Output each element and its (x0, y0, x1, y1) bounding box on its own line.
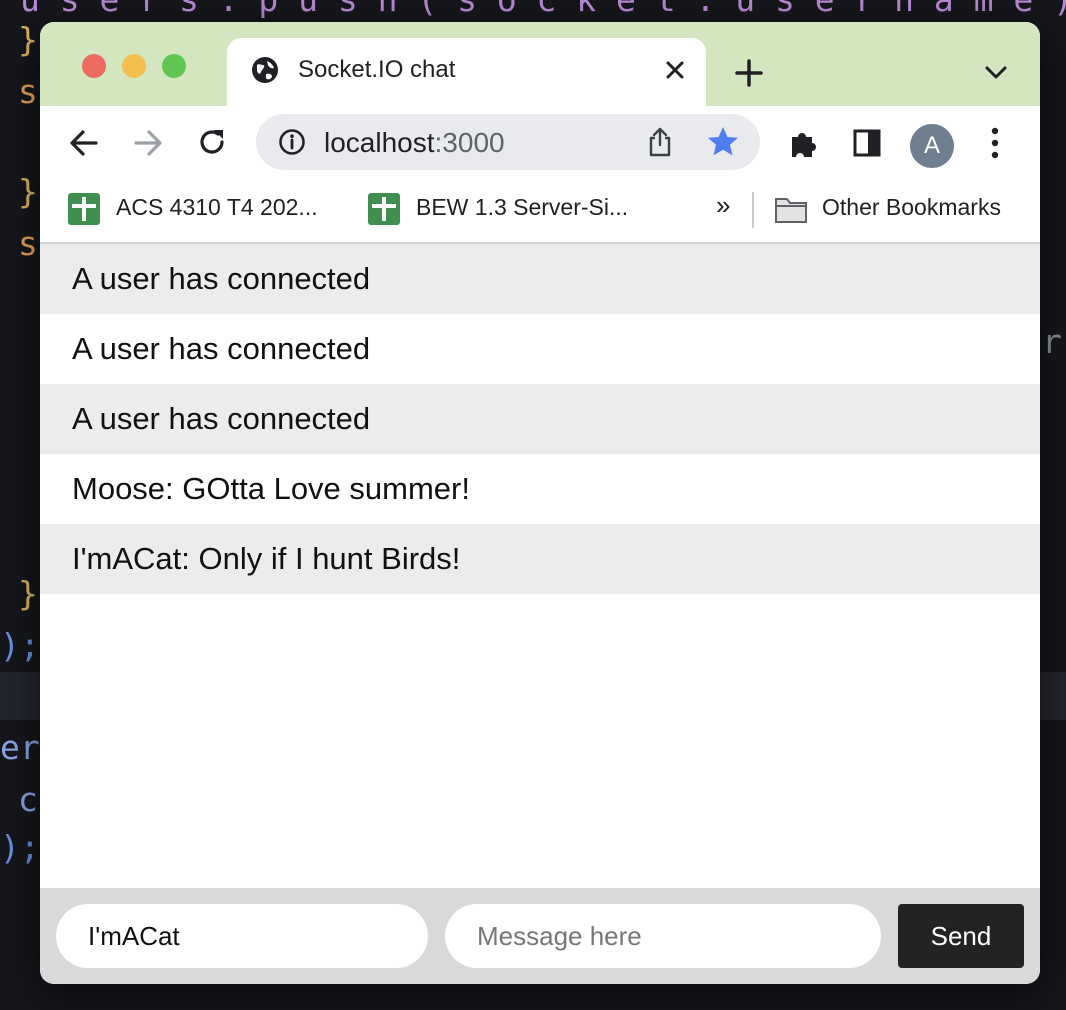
bookmark-acs-4310[interactable]: ACS 4310 T4 202... (116, 194, 318, 221)
tab-strip: Socket.IO chat (40, 22, 1040, 108)
close-window-button[interactable] (82, 54, 106, 78)
code-line: ); (0, 626, 40, 665)
code-line: ); (0, 828, 40, 867)
code-line: } (18, 172, 38, 211)
code-line: c (18, 780, 38, 819)
extensions-puzzle-icon[interactable] (788, 127, 820, 159)
chevron-down-icon[interactable] (982, 60, 1010, 84)
bookmark-bew-1-3[interactable]: BEW 1.3 Server-Si... (416, 194, 628, 221)
browser-toolbar: localhost:3000 A (40, 106, 1040, 180)
url-host: localhost (324, 127, 435, 158)
url-text[interactable]: localhost:3000 (324, 127, 505, 159)
code-line: } (18, 20, 38, 59)
chat-message: I'mACat: Only if I hunt Birds! (40, 524, 1040, 594)
address-bar[interactable]: localhost:3000 (256, 114, 760, 170)
bookmarks-bar: ACS 4310 T4 202... BEW 1.3 Server-Si... … (40, 180, 1040, 244)
reload-icon[interactable] (196, 126, 228, 158)
chat-message: A user has connected (40, 244, 1040, 314)
chat-messages-list: A user has connected A user has connecte… (40, 244, 1040, 888)
chat-message: A user has connected (72, 331, 371, 366)
more-menu-icon[interactable] (984, 126, 1006, 160)
side-panel-icon[interactable] (852, 128, 882, 158)
zoom-window-button[interactable] (162, 54, 186, 78)
url-port: :3000 (434, 127, 505, 158)
sheets-icon (68, 193, 100, 225)
close-tab-icon[interactable] (661, 56, 689, 84)
tab-socketio-chat[interactable]: Socket.IO chat (227, 38, 706, 108)
browser-window: Socket.IO chat localhost:3000 A ACS 4310… (40, 22, 1040, 984)
back-arrow-icon[interactable] (68, 128, 100, 158)
bookmark-star-icon[interactable] (706, 125, 740, 159)
other-bookmarks-folder[interactable]: Other Bookmarks (822, 194, 1001, 221)
forward-arrow-icon[interactable] (132, 128, 164, 158)
code-line: s (18, 224, 38, 263)
code-line: s (18, 72, 38, 111)
folder-icon (775, 198, 807, 223)
message-input[interactable] (445, 904, 881, 968)
username-input[interactable] (56, 904, 428, 968)
send-button[interactable]: Send (898, 904, 1024, 968)
tab-title: Socket.IO chat (298, 56, 456, 83)
bookmarks-overflow-button[interactable]: » (716, 190, 730, 221)
code-line: er (0, 728, 40, 767)
chat-message: A user has connected (40, 384, 1040, 454)
chat-message: Moose: GOtta Love summer! (72, 471, 470, 506)
new-tab-icon[interactable] (734, 58, 764, 88)
globe-icon (252, 57, 278, 83)
share-icon[interactable] (646, 126, 674, 158)
code-line: } (18, 574, 38, 613)
code-line: u s e r s . p u s h ( s o c k e t . u s … (20, 0, 1066, 19)
bookmarks-divider (752, 192, 754, 228)
profile-avatar[interactable]: A (910, 124, 954, 168)
code-line: r (1042, 322, 1062, 361)
sheets-icon (368, 193, 400, 225)
minimize-window-button[interactable] (122, 54, 146, 78)
info-icon[interactable] (278, 128, 306, 156)
chat-form: Send (40, 888, 1040, 984)
